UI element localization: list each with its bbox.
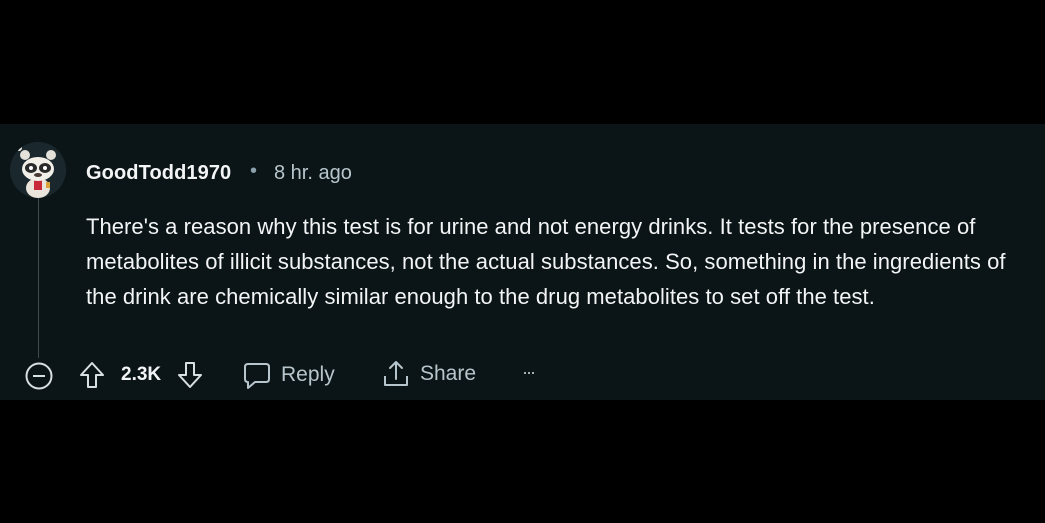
reply-button[interactable]: Reply xyxy=(243,360,335,390)
share-label: Share xyxy=(420,362,477,385)
upvote-arrow-icon xyxy=(80,362,104,388)
reply-label: Reply xyxy=(281,363,335,386)
snoo-avatar-icon xyxy=(10,142,66,198)
more-options-button[interactable]: ··· xyxy=(522,362,536,383)
share-arrow-icon xyxy=(384,361,408,386)
thread-line[interactable] xyxy=(38,196,39,358)
more-options-icon: ··· xyxy=(522,362,536,382)
speech-bubble-icon xyxy=(244,363,270,389)
avatar[interactable] xyxy=(10,142,66,198)
comment-body: There's a reason why this test is for ur… xyxy=(86,214,1006,309)
downvote-arrow-icon xyxy=(178,362,202,388)
share-button[interactable]: Share xyxy=(382,359,476,389)
downvote-button[interactable] xyxy=(176,360,204,390)
vote-score: 2.3K xyxy=(121,364,162,385)
meta-separator: • xyxy=(250,160,258,182)
collapse-button[interactable] xyxy=(24,361,54,391)
comment-timestamp[interactable]: 8 hr. ago xyxy=(274,162,352,185)
comment-author[interactable]: GoodTodd1970 xyxy=(86,162,231,185)
upvote-button[interactable] xyxy=(78,360,106,390)
collapse-minus-icon xyxy=(25,362,53,390)
comment-action-bar: 2.3K Reply Share ··· xyxy=(0,358,1045,392)
